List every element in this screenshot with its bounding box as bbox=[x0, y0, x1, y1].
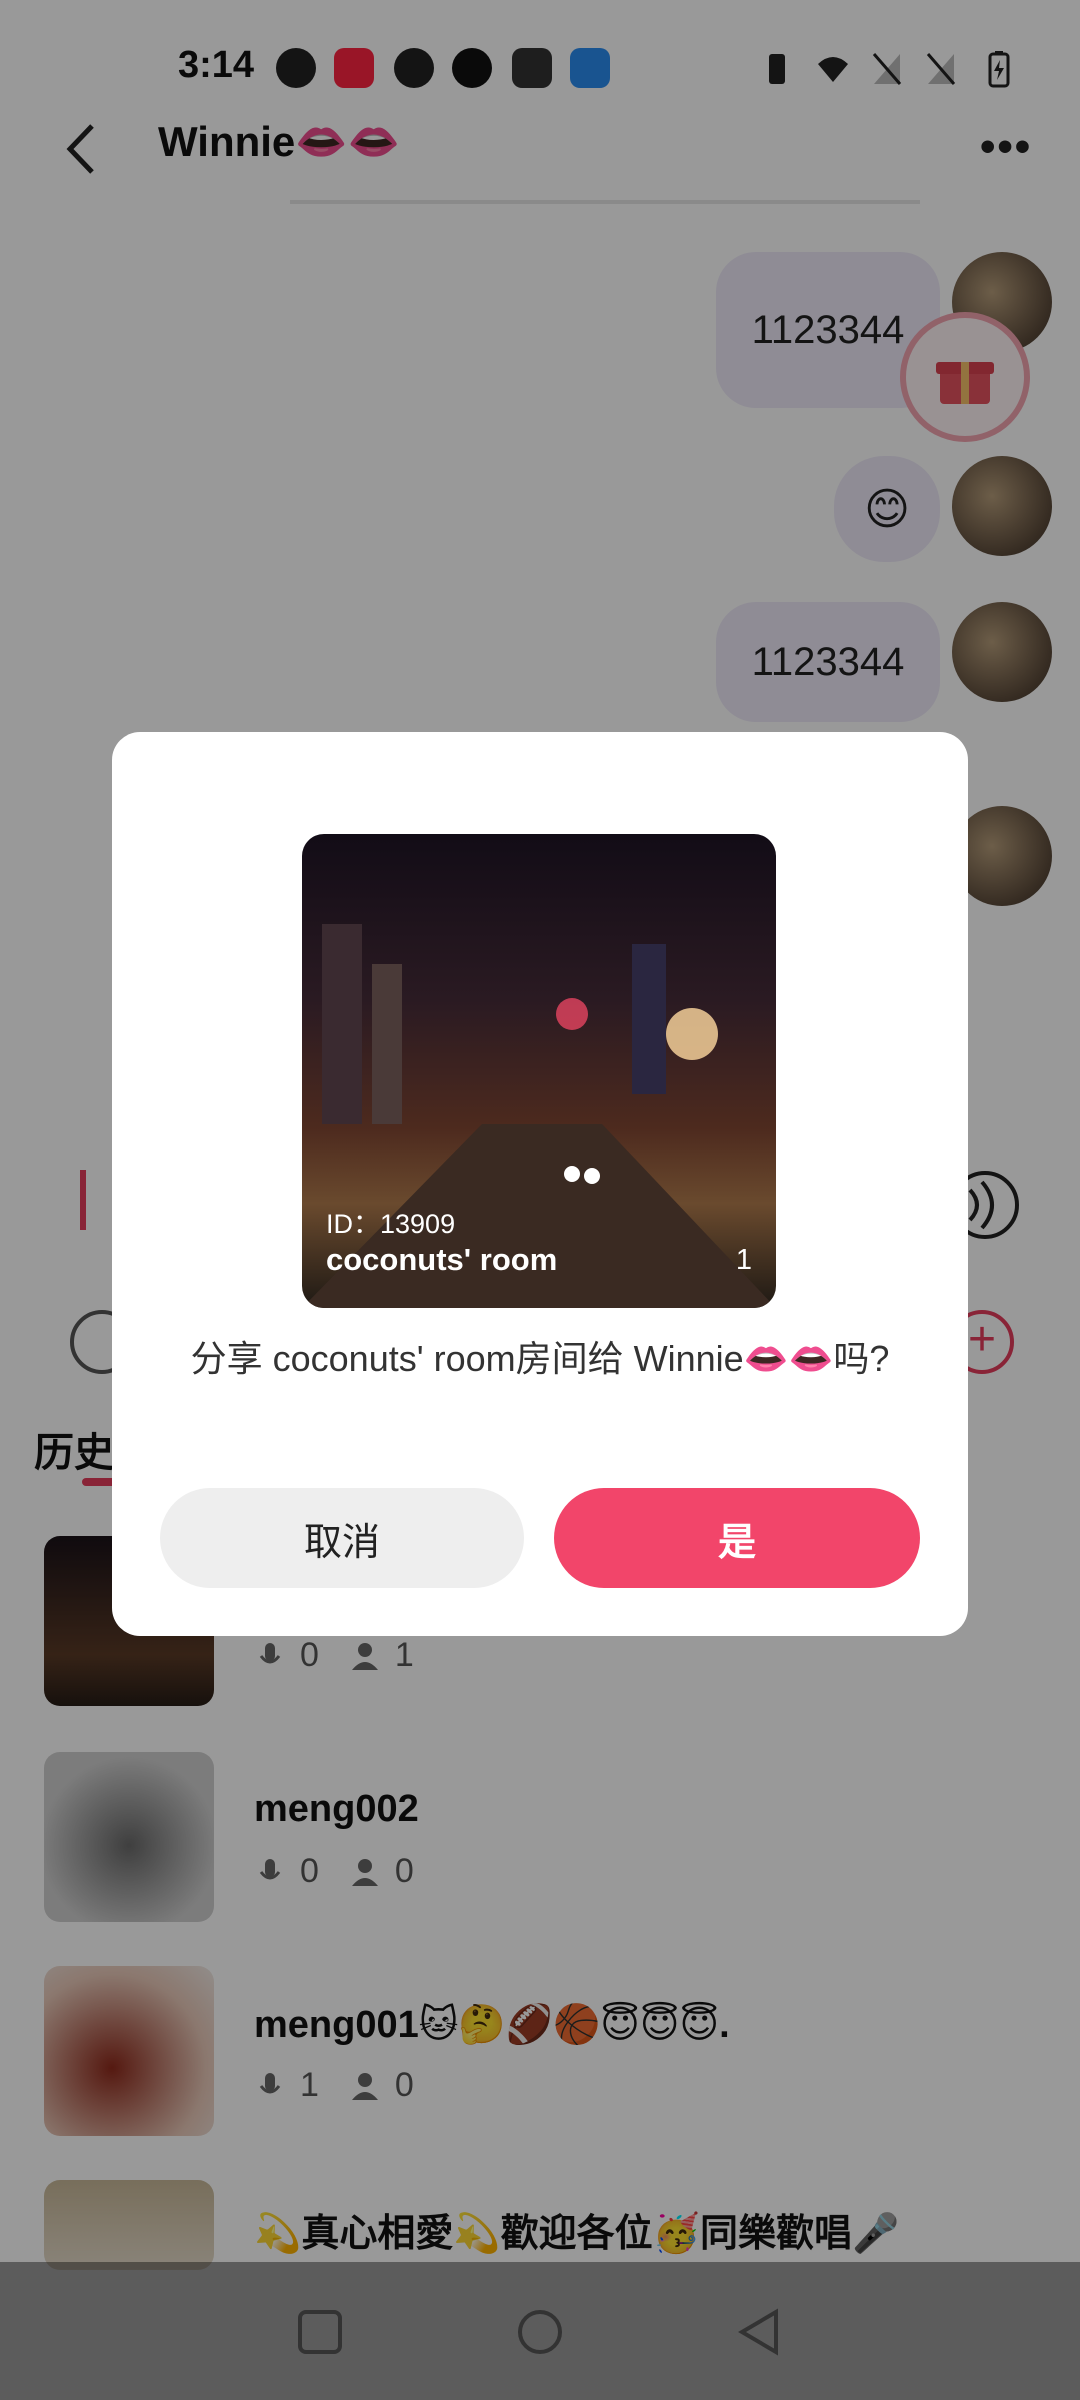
room-card: ID：13909 coconuts' room 1 bbox=[302, 834, 776, 1308]
room-name: coconuts' room bbox=[326, 1242, 558, 1277]
share-room-dialog: ID：13909 coconuts' room 1 分享 coconuts' r… bbox=[112, 732, 968, 1636]
confirm-button[interactable]: 是 bbox=[554, 1488, 920, 1588]
recent-apps-icon[interactable] bbox=[290, 2302, 350, 2362]
room-id: ID：13909 bbox=[326, 1209, 456, 1239]
back-icon[interactable] bbox=[730, 2302, 790, 2362]
cancel-button[interactable]: 取消 bbox=[160, 1488, 524, 1588]
share-prompt: 分享 coconuts' room房间给 Winnie👄👄吗? bbox=[190, 1338, 890, 1379]
navigation-bar bbox=[0, 2262, 1080, 2400]
home-icon[interactable] bbox=[510, 2302, 570, 2362]
room-online-count: 1 bbox=[735, 1244, 752, 1276]
